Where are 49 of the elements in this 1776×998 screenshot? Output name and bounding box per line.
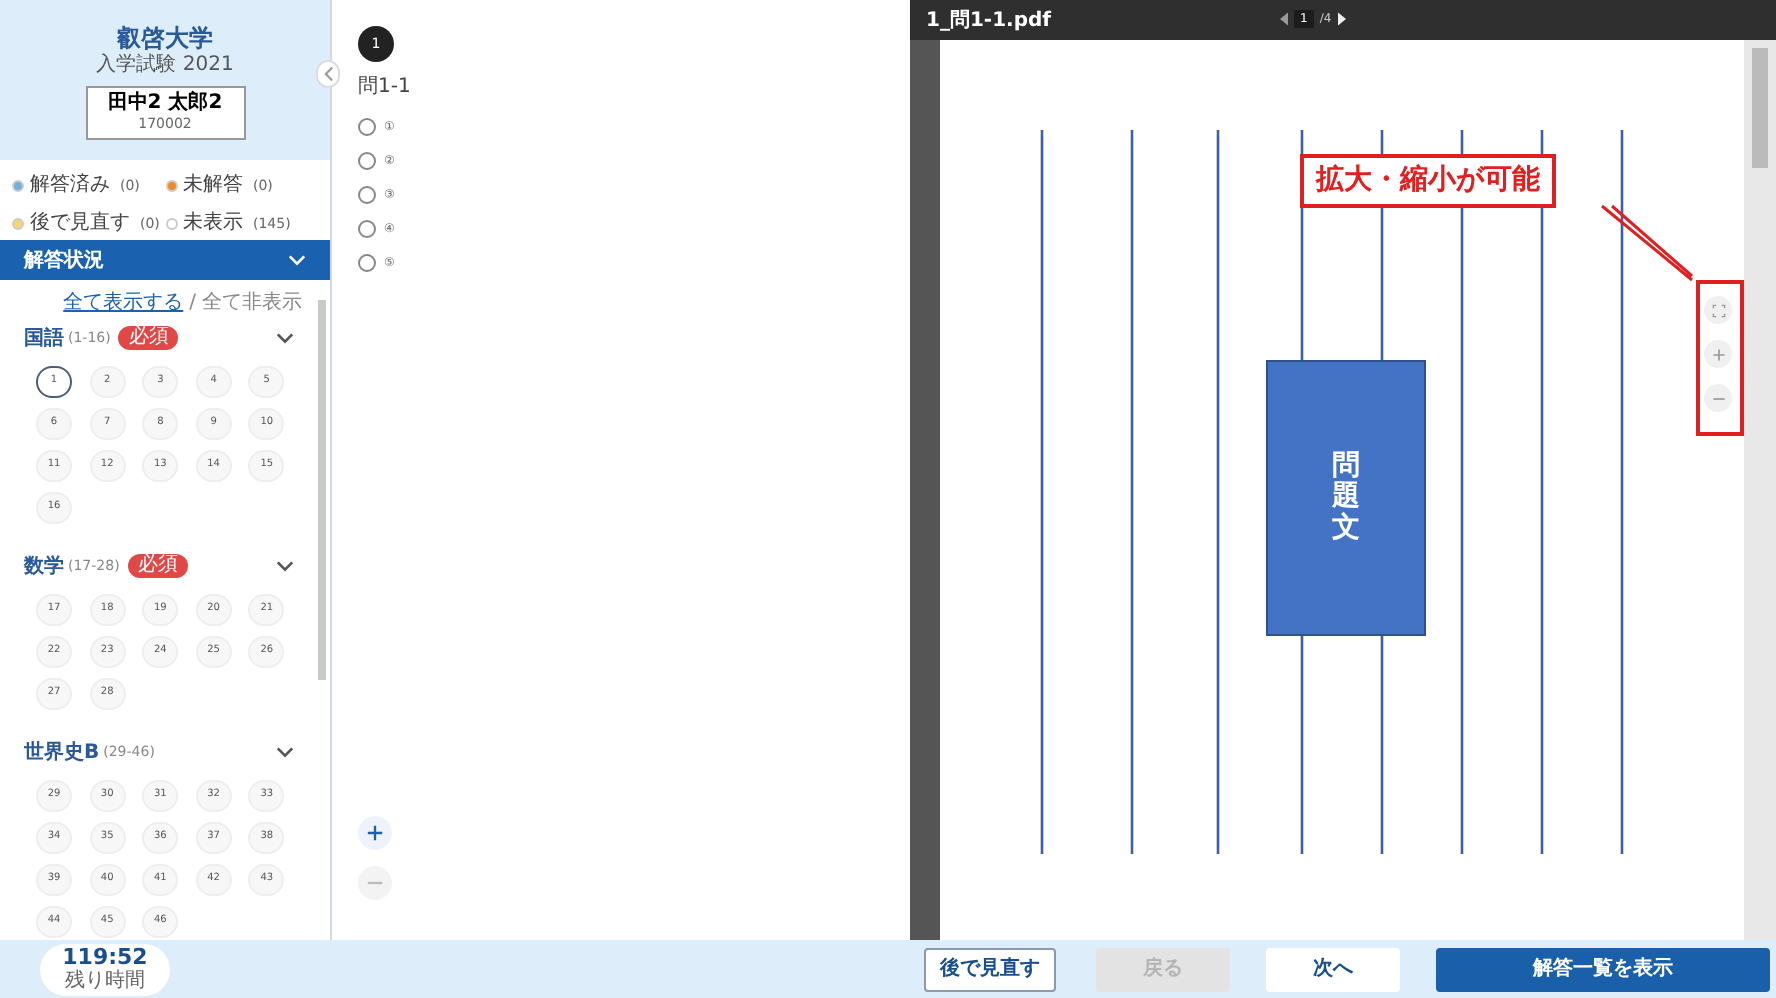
footer-button[interactable]: 次へ bbox=[1266, 947, 1400, 991]
section-title: 国語 bbox=[24, 325, 64, 353]
exam-title: 入学試験 2021 bbox=[96, 52, 234, 80]
legend-label: 未解答 bbox=[183, 174, 243, 198]
fit-page-button[interactable] bbox=[1704, 296, 1732, 324]
zoom-in-button[interactable] bbox=[358, 816, 392, 850]
footer-button[interactable]: 後で見直す bbox=[924, 947, 1056, 991]
section-title: 数学 bbox=[24, 553, 64, 581]
pdf-zoom-in-button[interactable] bbox=[1704, 340, 1732, 368]
pdf-zoom-out-button[interactable] bbox=[1704, 384, 1732, 412]
required-badge: 必須 bbox=[118, 326, 179, 350]
legend-label: 未表示 bbox=[183, 212, 243, 236]
chevron-down-icon[interactable] bbox=[276, 746, 294, 758]
university-name: 叡啓大学 bbox=[117, 24, 213, 52]
plus-icon bbox=[366, 824, 384, 842]
block-text: 問題文 bbox=[1332, 451, 1360, 545]
show-all-link[interactable]: 全て表示する bbox=[63, 292, 184, 316]
section-title: 世界史B bbox=[24, 739, 100, 767]
status-header-bar[interactable]: 解答状況 bbox=[0, 240, 330, 280]
zoom-out-button[interactable] bbox=[358, 866, 392, 900]
chevron-left-icon bbox=[323, 66, 333, 82]
previous-page-icon[interactable] bbox=[1280, 12, 1288, 26]
footer-button[interactable]: 解答一覧を表示 bbox=[1436, 947, 1770, 991]
examinee-name: 田中2 太郎2 bbox=[107, 92, 223, 116]
hide-all-link[interactable]: 全て非表示 bbox=[202, 292, 302, 316]
expand-icon bbox=[1711, 303, 1725, 317]
chevron-down-icon[interactable] bbox=[276, 332, 294, 344]
scrollbar-thumb[interactable] bbox=[318, 300, 326, 680]
question-label: 問1-1 bbox=[358, 74, 413, 102]
annotation-label: 拡大・縮小が可能 bbox=[1300, 154, 1556, 208]
timer-time: 119:52 bbox=[62, 946, 148, 970]
required-badge: 必須 bbox=[127, 554, 188, 578]
next-page-icon[interactable] bbox=[1337, 12, 1346, 26]
separator-text: / bbox=[189, 292, 196, 316]
legend-label: 後で見直す bbox=[30, 212, 130, 236]
radio-button[interactable] bbox=[358, 186, 376, 204]
radio-button[interactable] bbox=[358, 220, 376, 238]
radio-button[interactable] bbox=[358, 254, 376, 272]
scrollbar-thumb[interactable] bbox=[1752, 48, 1768, 168]
collapse-button[interactable] bbox=[316, 60, 340, 88]
callout-lines bbox=[1600, 204, 1696, 284]
status-header-title: 解答状況 bbox=[24, 247, 104, 275]
radio-button[interactable] bbox=[358, 118, 376, 136]
plus-icon bbox=[1711, 347, 1725, 361]
legend-label: 解答済み bbox=[30, 174, 110, 198]
pdf-file-name: 1_問1-1.pdf bbox=[926, 7, 1051, 35]
radio-button[interactable] bbox=[358, 152, 376, 170]
chevron-down-icon[interactable] bbox=[276, 560, 294, 572]
timer-label: 残り時間 bbox=[65, 970, 145, 992]
